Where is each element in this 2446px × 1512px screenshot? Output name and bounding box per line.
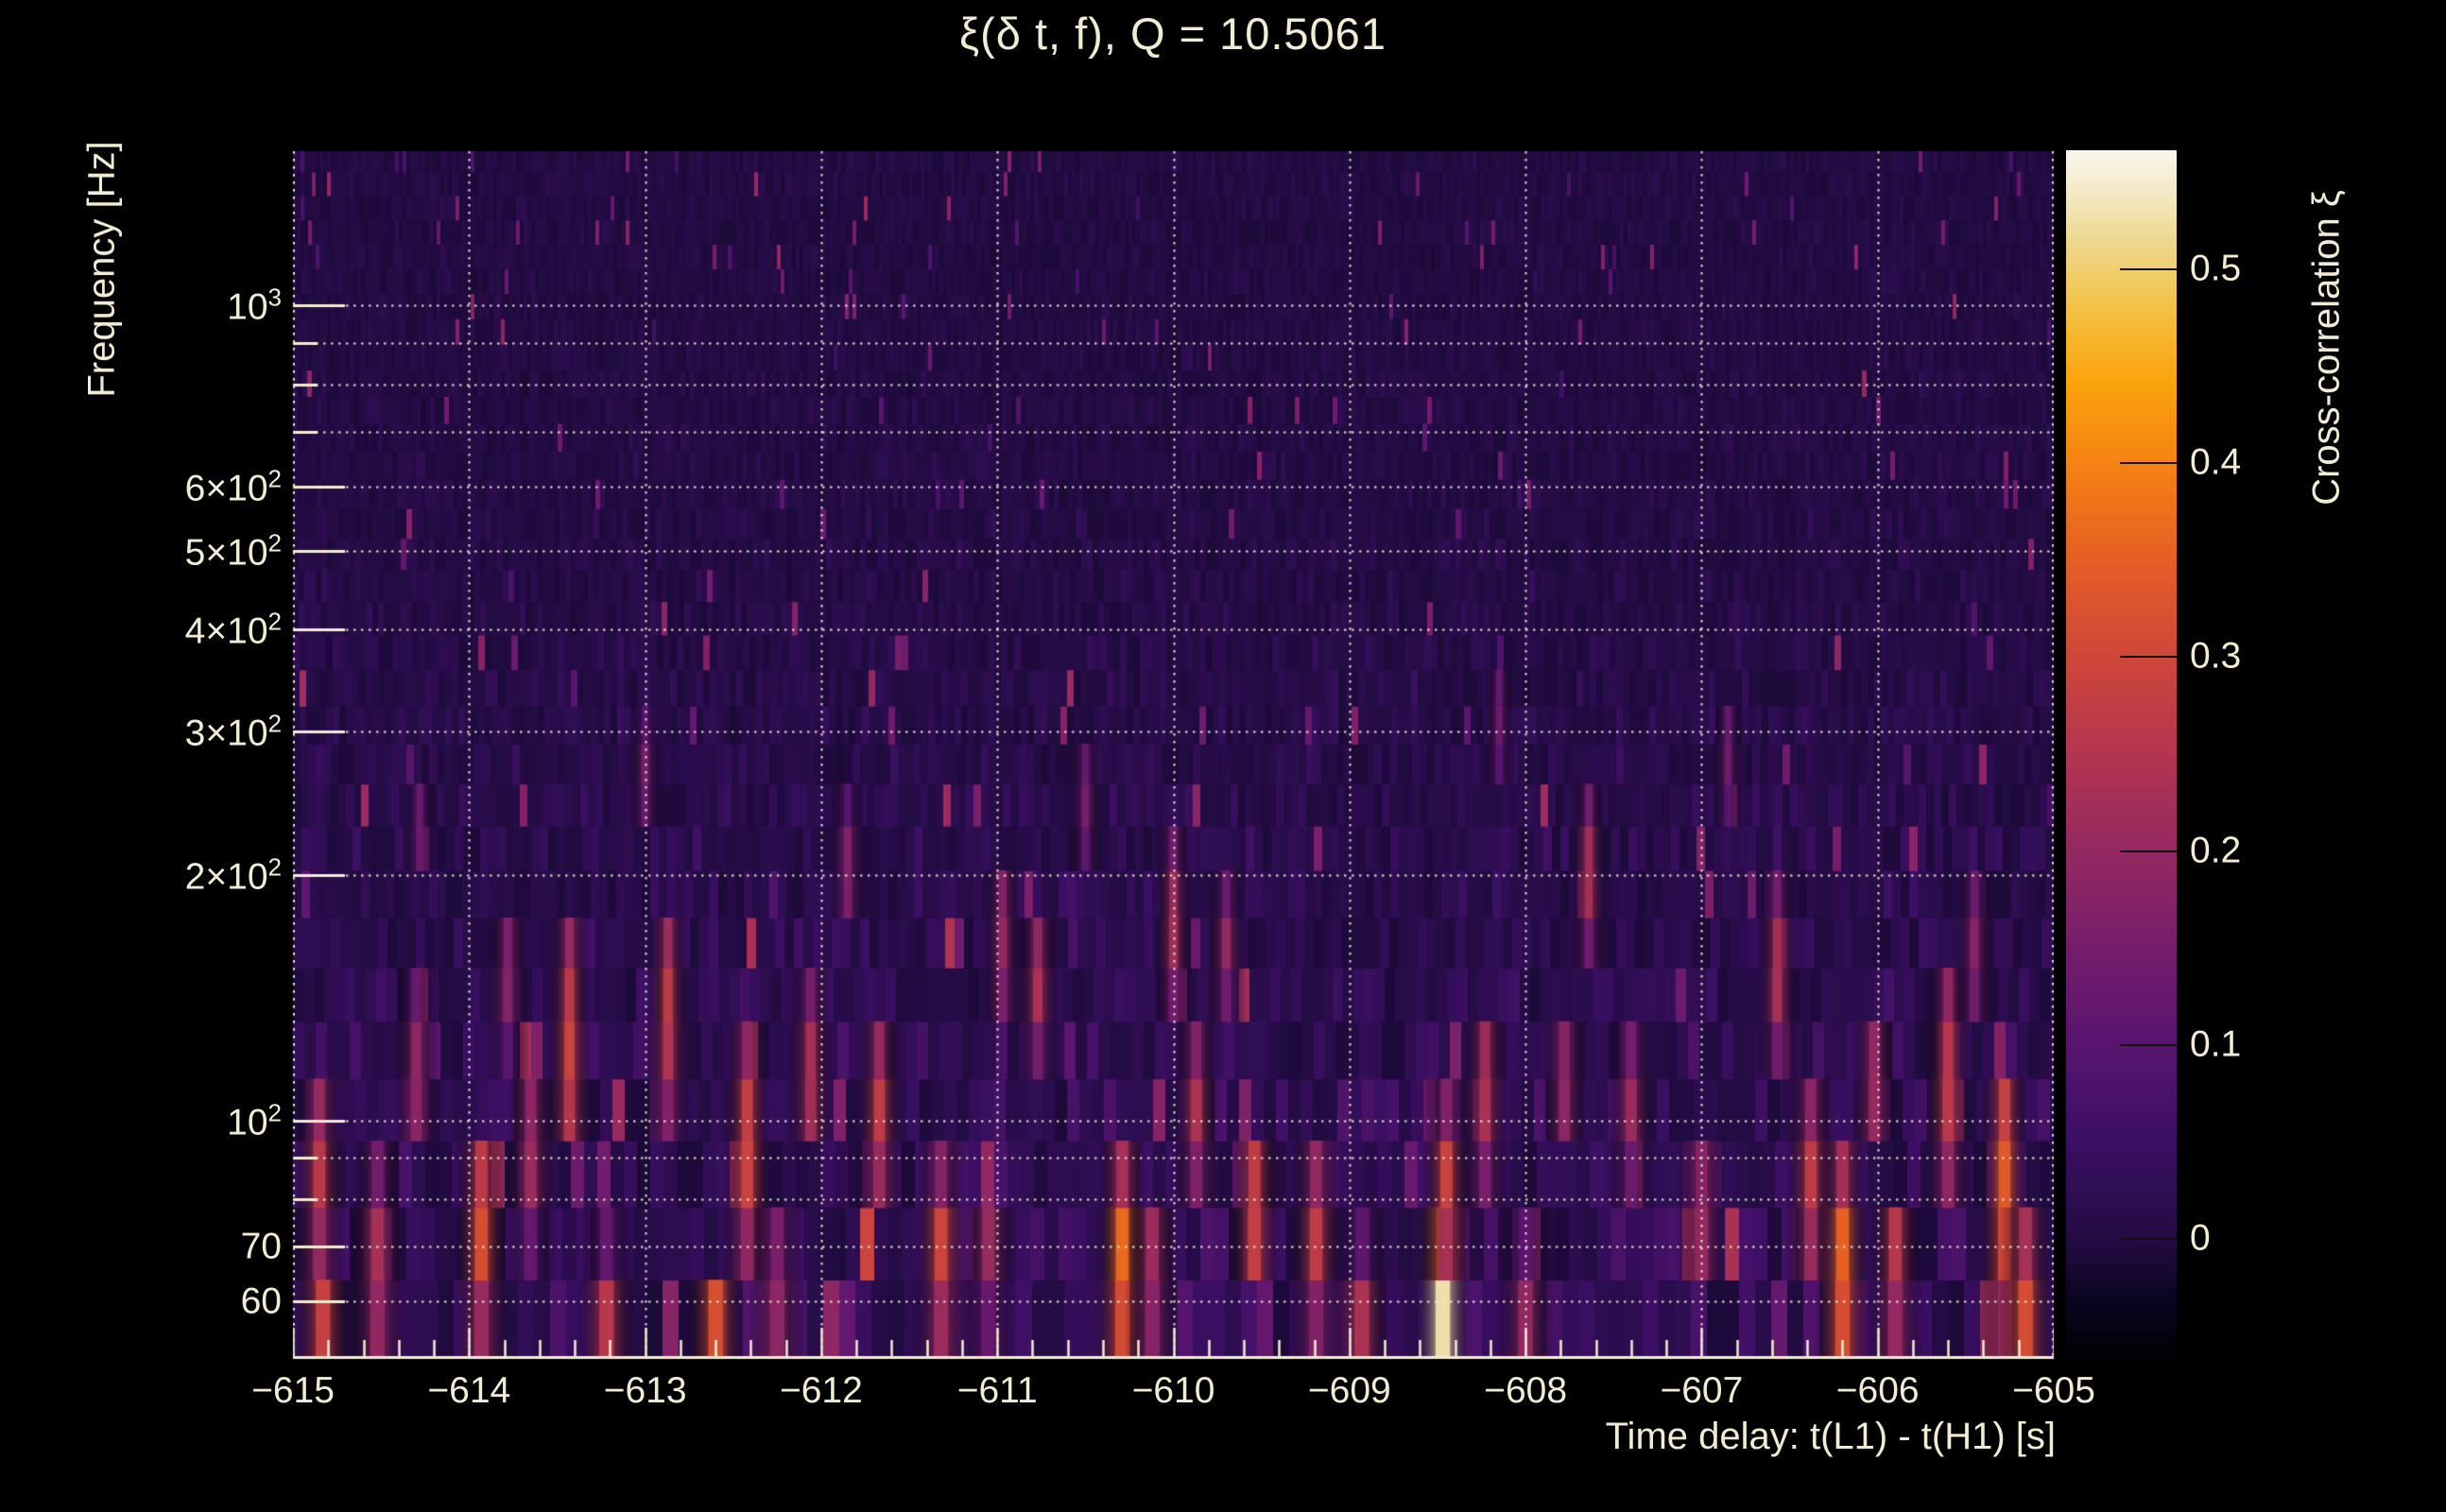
x-tick-label: −612 bbox=[779, 1370, 863, 1411]
x-tick-label: −610 bbox=[1131, 1370, 1215, 1411]
colorbar-label: Cross-correlation ξ bbox=[2305, 190, 2348, 506]
colorbar-tick-label: 0.2 bbox=[2190, 830, 2242, 870]
x-tick-label: −607 bbox=[1660, 1370, 1744, 1411]
colorbar-tick-label: 0.4 bbox=[2190, 441, 2242, 483]
colorbar-tick-label: 0 bbox=[2190, 1217, 2211, 1259]
y-tick-label: 70 bbox=[240, 1226, 282, 1267]
colorbar-tick-label: 0.1 bbox=[2190, 1023, 2242, 1065]
y-tick-exponent: 2 bbox=[267, 464, 282, 493]
colorbar-tick bbox=[2120, 268, 2177, 271]
colorbar-tick bbox=[2120, 656, 2177, 659]
page: { "page": { "title": "ξ(δ t, f), Q = 10.… bbox=[0, 0, 2446, 1512]
colorbar-tick bbox=[2120, 850, 2177, 852]
x-tick-label: −608 bbox=[1484, 1370, 1568, 1411]
x-axis-label: Time delay: t(L1) - t(H1) [s] bbox=[1605, 1416, 2056, 1457]
y-tick-exponent: 2 bbox=[267, 1098, 282, 1127]
x-tick-label: −609 bbox=[1307, 1370, 1391, 1411]
x-tick-label: −606 bbox=[1835, 1370, 1920, 1411]
colorbar-tick-label: 0.5 bbox=[2190, 248, 2242, 289]
y-tick-exponent: 2 bbox=[267, 528, 282, 558]
y-tick-label: 103 bbox=[227, 283, 282, 328]
y-tick-exponent: 2 bbox=[267, 607, 282, 636]
y-axis-label: Frequency [Hz] bbox=[80, 141, 123, 398]
y-tick-exponent: 3 bbox=[267, 283, 282, 312]
x-tick-label: −613 bbox=[603, 1370, 687, 1411]
colorbar-tick bbox=[2120, 1237, 2177, 1240]
y-tick-exponent: 2 bbox=[267, 709, 282, 738]
colorbar-tick bbox=[2120, 1043, 2177, 1046]
y-tick-exponent: 2 bbox=[267, 852, 282, 882]
x-tick-label: −614 bbox=[427, 1370, 511, 1411]
chart-title: ξ(δ t, f), Q = 10.5061 bbox=[959, 9, 1387, 59]
y-tick-label: 6×102 bbox=[184, 464, 282, 509]
y-tick-label: 5×102 bbox=[184, 528, 282, 574]
y-tick-label: 2×102 bbox=[184, 852, 282, 898]
x-tick-label: −615 bbox=[251, 1370, 335, 1411]
colorbar-tick bbox=[2120, 462, 2177, 465]
x-tick-label: −611 bbox=[956, 1370, 1038, 1411]
colorbar bbox=[2066, 150, 2177, 1360]
colorbar-tick-label: 0.3 bbox=[2190, 635, 2242, 677]
y-tick-label: 102 bbox=[227, 1098, 282, 1143]
y-tick-label: 4×102 bbox=[184, 607, 282, 652]
y-tick-label: 60 bbox=[240, 1280, 282, 1322]
y-tick-label: 3×102 bbox=[184, 709, 282, 754]
x-tick-label: −605 bbox=[2012, 1370, 2095, 1411]
